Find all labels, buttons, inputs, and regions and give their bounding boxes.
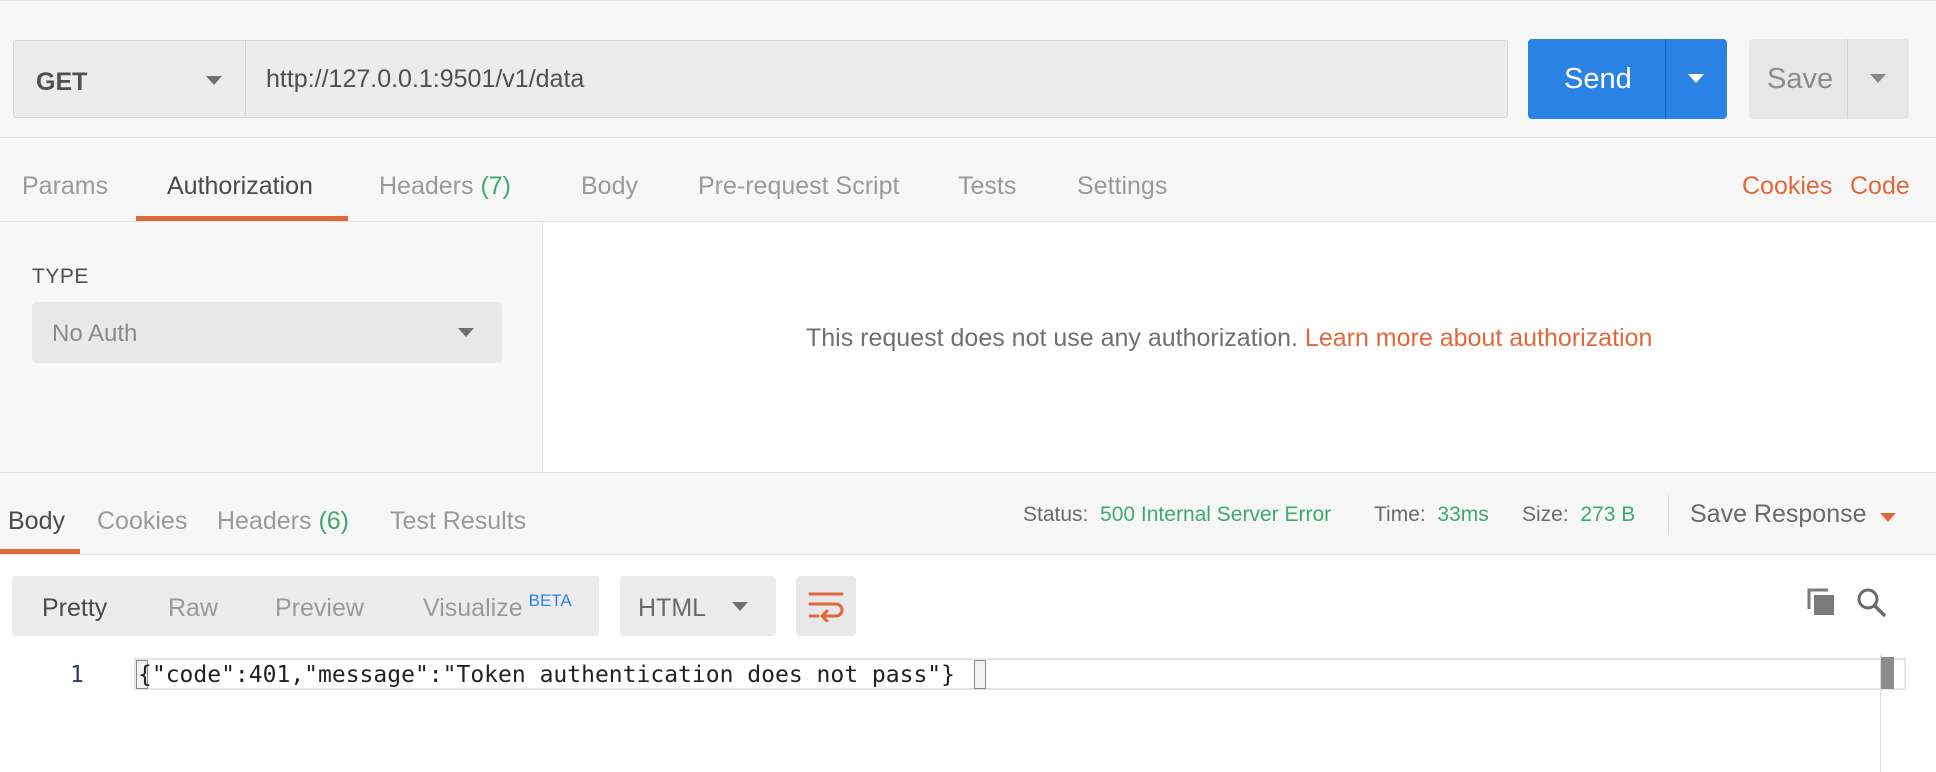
send-divider [1665,39,1666,119]
code-line-text: {"code":401,"message":"Token authenticat… [138,662,955,688]
chevron-down-icon[interactable] [1688,74,1704,83]
response-tab-headers[interactable]: Headers (6) [217,507,349,536]
scrollbar-thumb[interactable] [1881,657,1894,689]
bracket-match-marker [974,660,986,689]
response-tab-body[interactable]: Body [8,507,65,536]
status-divider [1668,495,1669,535]
url-input[interactable]: http://127.0.0.1:9501/v1/data [245,40,1508,118]
auth-type-select[interactable]: No Auth [32,302,502,363]
tab-pre-request-script[interactable]: Pre-request Script [698,172,899,201]
active-response-tab-indicator [0,549,80,554]
view-mode-raw[interactable]: Raw [168,594,218,623]
send-button[interactable]: Send [1528,39,1727,119]
request-tabs: Params Authorization Headers (7) Body Pr… [0,138,1936,222]
tab-tests[interactable]: Tests [958,172,1016,201]
method-label: GET [36,68,88,96]
chevron-down-icon [732,602,748,611]
language-select[interactable]: HTML [620,576,776,636]
response-header: Body Cookies Headers (6) Test Results St… [0,472,1936,555]
tab-params[interactable]: Params [22,172,108,201]
save-divider [1847,39,1848,119]
auth-type-value: No Auth [52,320,138,347]
active-tab-indicator [136,216,348,221]
type-label: TYPE [32,265,89,288]
response-tab-test-results[interactable]: Test Results [390,507,526,536]
url-value: http://127.0.0.1:9501/v1/data [266,65,585,93]
line-number: 1 [70,662,84,688]
tab-body[interactable]: Body [581,172,638,201]
auth-message-text: This request does not use any authorizat… [806,324,1298,352]
send-label: Send [1564,63,1632,95]
wrap-lines-button[interactable] [796,576,856,636]
beta-badge: BETA [528,591,572,610]
view-mode-pretty[interactable]: Pretty [42,594,107,623]
save-response-button[interactable]: Save Response [1690,500,1867,529]
view-mode-switcher: Pretty Raw Preview Visualize BETA [12,576,599,636]
tab-settings[interactable]: Settings [1077,172,1167,201]
status-readout: Status: 500 Internal Server Error [1023,503,1332,526]
auth-message: This request does not use any authorizat… [806,324,1652,353]
view-mode-visualize[interactable]: Visualize BETA [423,591,572,623]
wrap-lines-icon [808,592,844,622]
auth-type-panel: TYPE No Auth [0,222,543,472]
response-tab-cookies[interactable]: Cookies [97,507,187,536]
copy-icon[interactable] [1805,586,1837,618]
cookies-link[interactable]: Cookies [1742,172,1832,201]
chevron-down-icon[interactable] [1870,74,1886,83]
chevron-down-icon [206,76,222,85]
size-readout: Size: 273 B [1522,503,1636,526]
language-value: HTML [638,594,707,622]
tab-authorization[interactable]: Authorization [167,172,313,201]
code-link[interactable]: Code [1850,172,1910,201]
save-button[interactable]: Save [1749,39,1909,119]
view-mode-preview[interactable]: Preview [275,594,364,623]
save-label: Save [1767,63,1834,95]
chevron-down-icon[interactable] [1880,513,1896,522]
method-select[interactable]: GET [13,40,245,118]
search-icon[interactable] [1855,586,1887,618]
chevron-down-icon [458,328,474,337]
request-bar: GET http://127.0.0.1:9501/v1/data Send S… [0,0,1936,138]
time-readout: Time: 33ms [1374,503,1489,526]
tab-headers[interactable]: Headers (7) [379,172,511,201]
learn-more-link[interactable]: Learn more about authorization [1305,324,1652,352]
